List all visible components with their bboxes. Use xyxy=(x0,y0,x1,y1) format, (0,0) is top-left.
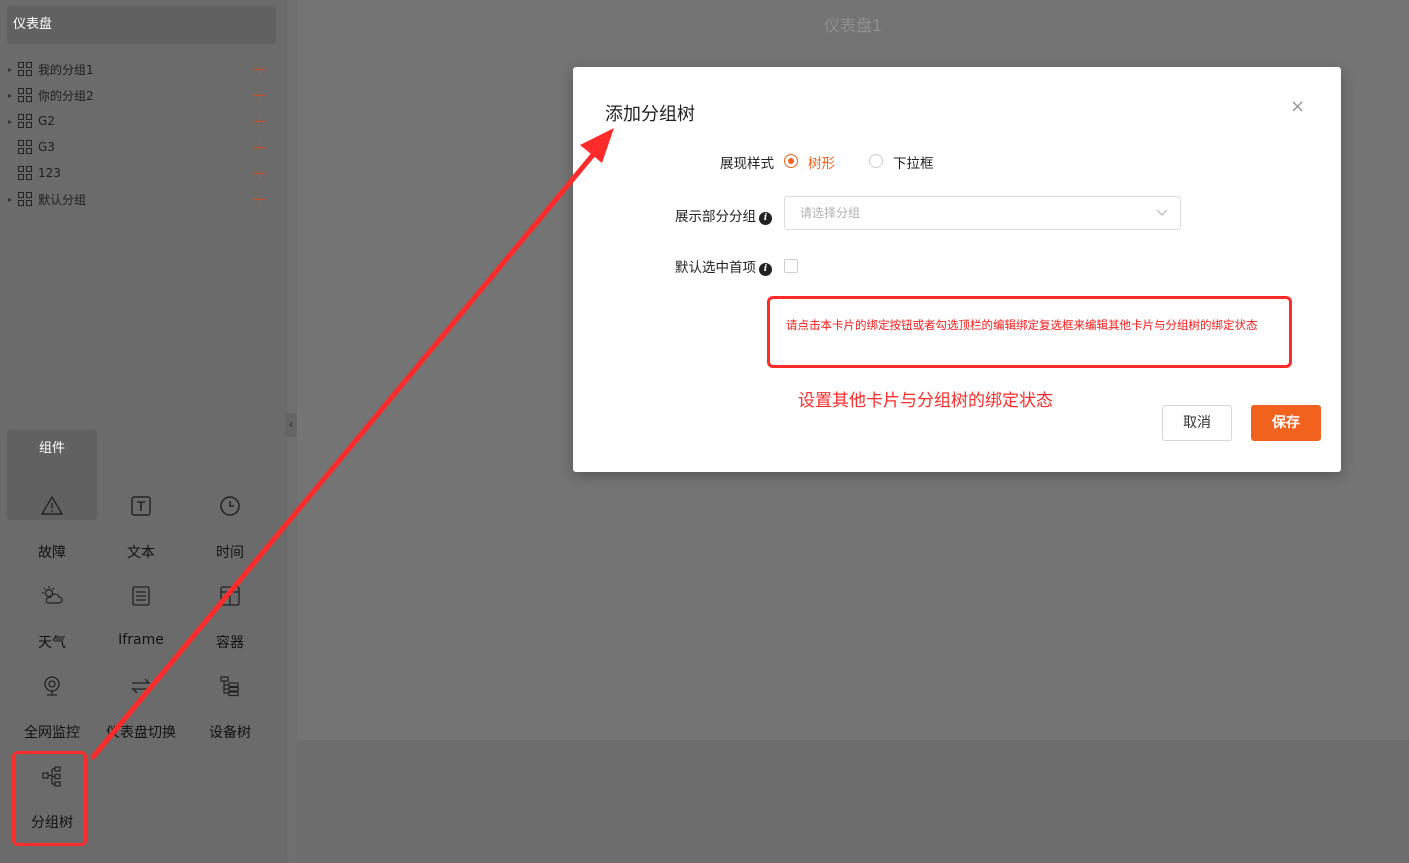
default-select-label: 默认选中首项 xyxy=(675,260,756,276)
component-network-monitor[interactable]: 全网监控 xyxy=(7,660,97,750)
container-icon xyxy=(220,586,240,606)
component-label: 文本 xyxy=(127,545,155,561)
camera-icon xyxy=(44,676,60,696)
dashboard-title: 仪表盘1 xyxy=(823,16,883,35)
group-select-placeholder: 请选择分组 xyxy=(800,206,861,220)
tree-item-group1[interactable]: ▸ 我的分组1 + xyxy=(0,56,287,82)
annotation-text: 设置其他卡片与分组树的绑定状态 xyxy=(798,391,1053,411)
component-label: 时间 xyxy=(216,545,244,561)
caret-right-icon[interactable]: ▸ xyxy=(0,195,18,204)
group-tree: ▸ 我的分组1 + ▸ 你的分组2 + ▸ G2 + G3 + 123 + ▸ … xyxy=(0,56,287,212)
tree-item-label: G3 xyxy=(38,140,55,154)
partial-group-label: 展示部分分组 xyxy=(675,209,756,225)
binding-note-text: 请点击本卡片的绑定按钮或者勾选顶栏的编辑绑定复选框来编辑其他卡片与分组树的绑定状… xyxy=(786,318,1258,332)
group-icon xyxy=(18,88,32,102)
caret-right-icon[interactable]: ▸ xyxy=(0,65,18,74)
info-icon[interactable]: i xyxy=(759,212,772,225)
switch-icon xyxy=(131,678,151,694)
component-label: 全网监控 xyxy=(24,725,80,741)
component-label: 天气 xyxy=(38,635,66,651)
add-icon[interactable]: + xyxy=(251,163,268,183)
tree-item-label: 默认分组 xyxy=(38,192,87,207)
component-weather[interactable]: 天气 xyxy=(7,570,97,660)
tree-item-label: 我的分组1 xyxy=(38,62,94,77)
text-icon xyxy=(131,496,151,516)
component-label: Iframe xyxy=(118,632,164,648)
cancel-button[interactable]: 取消 xyxy=(1162,405,1232,441)
group-icon xyxy=(18,192,32,206)
radio-tree[interactable] xyxy=(784,154,798,168)
component-iframe[interactable]: Iframe xyxy=(96,570,186,660)
group-icon xyxy=(18,62,32,76)
group-icon xyxy=(18,114,32,128)
tree-item-group2[interactable]: ▸ 你的分组2 + xyxy=(0,82,287,108)
dialog-title: 添加分组树 xyxy=(605,104,695,125)
dashboard-section-header: 仪表盘 xyxy=(7,6,276,44)
binding-note-box: 请点击本卡片的绑定按钮或者勾选顶栏的编辑绑定复选框来编辑其他卡片与分组树的绑定状… xyxy=(767,296,1292,368)
device-tree-icon xyxy=(220,676,239,697)
group-icon xyxy=(18,140,32,154)
tree-item-default-group[interactable]: ▸ 默认分组 + xyxy=(0,186,287,212)
sidebar: 仪表盘 ▸ 我的分组1 + ▸ 你的分组2 + ▸ G2 + G3 + 123 … xyxy=(0,0,287,863)
warning-icon xyxy=(40,495,64,515)
tree-item-g3[interactable]: G3 + xyxy=(0,134,287,160)
radio-dropdown-label[interactable]: 下拉框 xyxy=(893,152,934,172)
add-icon[interactable]: + xyxy=(251,85,268,105)
component-label: 仪表盘切换 xyxy=(106,725,176,741)
group-icon xyxy=(18,166,32,180)
group-tree-highlight-box xyxy=(12,751,87,846)
default-select-checkbox[interactable] xyxy=(784,259,798,273)
clock-icon xyxy=(220,496,240,516)
tree-item-g2[interactable]: ▸ G2 + xyxy=(0,108,287,134)
add-icon[interactable]: + xyxy=(251,189,268,209)
default-select-label-row: 默认选中首项 i xyxy=(675,256,772,276)
canvas-bottom-area xyxy=(297,740,1409,863)
caret-right-icon[interactable]: ▸ xyxy=(0,91,18,100)
component-label: 设备树 xyxy=(209,725,251,741)
group-select[interactable]: 请选择分组 xyxy=(784,196,1181,230)
component-time[interactable]: 时间 xyxy=(185,480,275,570)
component-text[interactable]: 文本 xyxy=(96,480,186,570)
close-icon[interactable]: × xyxy=(1290,97,1305,117)
tree-item-label: 123 xyxy=(38,166,61,180)
component-dashboard-switch[interactable]: 仪表盘切换 xyxy=(96,660,186,750)
tree-item-label: G2 xyxy=(38,114,55,128)
weather-icon xyxy=(42,586,63,604)
save-button[interactable]: 保存 xyxy=(1251,405,1321,441)
component-label: 故障 xyxy=(38,545,66,561)
caret-right-icon[interactable]: ▸ xyxy=(0,117,18,126)
radio-dropdown[interactable] xyxy=(869,154,883,168)
radio-tree-label[interactable]: 树形 xyxy=(808,152,835,172)
component-fault[interactable]: 故障 xyxy=(7,480,97,570)
add-icon[interactable]: + xyxy=(251,137,268,157)
sidebar-collapse-button[interactable]: ‹ xyxy=(285,413,297,437)
iframe-icon xyxy=(132,586,150,606)
component-device-tree[interactable]: 设备树 xyxy=(185,660,275,750)
tree-item-label: 你的分组2 xyxy=(38,88,94,103)
component-label: 容器 xyxy=(216,635,244,651)
tree-item-123[interactable]: 123 + xyxy=(0,160,287,186)
component-container[interactable]: 容器 xyxy=(185,570,275,660)
add-icon[interactable]: + xyxy=(251,111,268,131)
display-style-label: 展现样式 xyxy=(720,156,774,172)
info-icon[interactable]: i xyxy=(759,263,772,276)
add-icon[interactable]: + xyxy=(251,59,268,79)
add-group-tree-dialog: 添加分组树 × 展现样式 树形 下拉框 展示部分分组 i 请选择分组 默认选中首项… xyxy=(573,67,1341,472)
partial-group-label-row: 展示部分分组 i xyxy=(675,205,772,225)
chevron-down-icon xyxy=(1156,197,1168,242)
